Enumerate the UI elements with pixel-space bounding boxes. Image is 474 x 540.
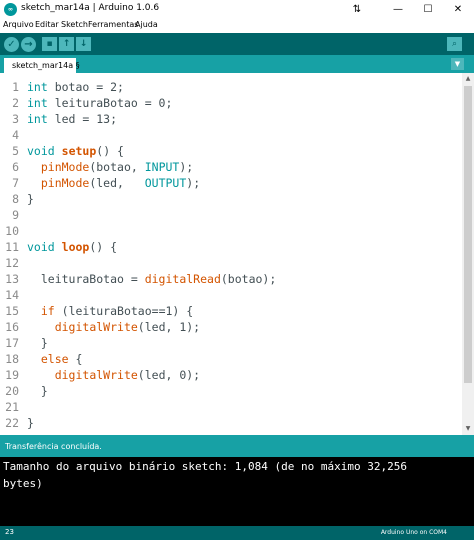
line-number: 5 — [12, 144, 19, 158]
code-line[interactable]: 1 int botao = 2; — [0, 79, 462, 95]
code-line[interactable]: 13 leituraBotao = digitalRead(botao); — [0, 271, 462, 287]
line-number: 17 — [5, 336, 19, 350]
menu-bar: Arquivo Editar Sketch Ferramentas Ajuda — [0, 19, 474, 33]
open-button[interactable]: ↑ — [59, 37, 74, 51]
new-button[interactable]: ▪ — [42, 37, 57, 51]
code-line[interactable]: 3 int led = 13; — [0, 111, 462, 127]
line-number: 2 — [12, 96, 19, 110]
maximize-button[interactable]: ☐ — [413, 0, 443, 19]
code-line[interactable]: 4 — [0, 127, 462, 143]
line-number: 20 — [5, 384, 19, 398]
menu-sketch[interactable]: Sketch — [61, 20, 88, 29]
line-number: 12 — [5, 256, 19, 270]
minimize-button[interactable]: — — [383, 0, 413, 19]
code-line[interactable]: 9 — [0, 207, 462, 223]
tab-menu-button[interactable]: ▼ — [451, 58, 464, 70]
code-line[interactable]: 15 if (leituraBotao==1) { — [0, 303, 462, 319]
code-line[interactable]: 2 int leituraBotao = 0; — [0, 95, 462, 111]
code-text[interactable]: } — [27, 415, 34, 431]
tab-sketch[interactable]: sketch_mar14a § — [4, 58, 80, 73]
code-text[interactable]: int led = 13; — [27, 111, 117, 127]
line-number: 14 — [5, 288, 19, 302]
line-number: 3 — [12, 112, 19, 126]
move-icon: ⇅ — [352, 4, 362, 15]
code-line[interactable]: 11 void loop() { — [0, 239, 462, 255]
line-number: 13 — [5, 272, 19, 286]
code-line[interactable]: 10 — [0, 223, 462, 239]
code-text[interactable]: digitalWrite(led, 1); — [27, 319, 200, 335]
line-number: 16 — [5, 320, 19, 334]
line-number: 10 — [5, 224, 19, 238]
save-button[interactable]: ↓ — [76, 37, 91, 51]
board-port-indicator: Arduino Uno on COM4 — [380, 529, 447, 536]
code-line[interactable]: 17 } — [0, 335, 462, 351]
code-line[interactable]: 14 — [0, 287, 462, 303]
code-editor[interactable]: 1 int botao = 2; 2 int leituraBotao = 0; 3 in… — [0, 73, 462, 435]
menu-arquivo[interactable]: Arquivo — [3, 20, 34, 29]
line-number: 15 — [5, 304, 19, 318]
line-number: 8 — [12, 192, 19, 206]
line-number-indicator: 23 — [5, 528, 14, 536]
scroll-up-icon[interactable]: ▲ — [462, 73, 474, 85]
menu-ferramentas[interactable]: Ferramentas — [88, 20, 138, 29]
line-number: 1 — [12, 80, 19, 94]
arduino-logo-icon: ∞ — [4, 3, 17, 16]
code-text[interactable]: } — [27, 383, 48, 399]
code-text[interactable]: digitalWrite(led, 0); — [27, 367, 200, 383]
verify-button[interactable]: ✓ — [4, 37, 19, 52]
code-line[interactable]: 19 digitalWrite(led, 0); — [0, 367, 462, 383]
code-text[interactable]: int leituraBotao = 0; — [27, 95, 172, 111]
line-number: 11 — [5, 240, 19, 254]
code-line[interactable]: 7 pinMode(led, OUTPUT); — [0, 175, 462, 191]
upload-button[interactable]: → — [21, 37, 36, 52]
code-text[interactable]: leituraBotao = digitalRead(botao); — [27, 271, 276, 287]
line-number: 21 — [5, 400, 19, 414]
menu-editar[interactable]: Editar — [35, 20, 59, 29]
code-text[interactable]: } — [27, 191, 34, 207]
tab-bar: sketch_mar14a § ▼ — [0, 55, 474, 73]
toolbar: ✓ → ▪ ↑ ↓ ⌕ — [0, 33, 474, 55]
code-text[interactable]: if (leituraBotao==1) { — [27, 303, 193, 319]
menu-ajuda[interactable]: Ajuda — [135, 20, 158, 29]
line-number: 18 — [5, 352, 19, 366]
code-text[interactable]: void loop() { — [27, 239, 117, 255]
scrollbar-thumb[interactable] — [464, 86, 472, 383]
code-text[interactable]: int botao = 2; — [27, 79, 124, 95]
console-output: Tamanho do arquivo binário sketch: 1,084… — [0, 457, 474, 526]
code-line[interactable]: 16 digitalWrite(led, 1); — [0, 319, 462, 335]
console-line: bytes) — [3, 477, 43, 490]
code-line[interactable]: 20 } — [0, 383, 462, 399]
line-number: 9 — [12, 208, 19, 222]
line-number: 19 — [5, 368, 19, 382]
code-text[interactable]: pinMode(led, OUTPUT); — [27, 175, 200, 191]
code-line[interactable]: 6 pinMode(botao, INPUT); — [0, 159, 462, 175]
status-message: Transferência concluída. — [5, 442, 102, 451]
line-number: 22 — [5, 416, 19, 430]
code-line[interactable]: 18 else { — [0, 351, 462, 367]
code-text[interactable]: void setup() { — [27, 143, 124, 159]
code-line[interactable]: 8} — [0, 191, 462, 207]
console-line: Tamanho do arquivo binário sketch: 1,084… — [3, 460, 407, 473]
code-text[interactable]: } — [27, 335, 48, 351]
title-bar: ∞ sketch_mar14a | Arduino 1.0.6 ⇅ — ☐ ✕ — [0, 0, 474, 19]
scroll-down-icon[interactable]: ▼ — [462, 423, 474, 435]
window-title: sketch_mar14a | Arduino 1.0.6 — [21, 3, 160, 13]
code-text[interactable]: else { — [27, 351, 83, 367]
footer-bar: 23 Arduino Uno on COM4 — [0, 526, 474, 540]
line-number: 4 — [12, 128, 19, 142]
close-button[interactable]: ✕ — [443, 0, 473, 19]
code-line[interactable]: 12 — [0, 255, 462, 271]
code-line[interactable]: 5 void setup() { — [0, 143, 462, 159]
code-line[interactable]: 21 — [0, 399, 462, 415]
status-bar: Transferência concluída. — [0, 435, 474, 457]
serial-monitor-button[interactable]: ⌕ — [447, 37, 462, 51]
line-number: 7 — [12, 176, 19, 190]
code-text[interactable]: pinMode(botao, INPUT); — [27, 159, 193, 175]
line-number: 6 — [12, 160, 19, 174]
code-line[interactable]: 22} — [0, 415, 462, 431]
